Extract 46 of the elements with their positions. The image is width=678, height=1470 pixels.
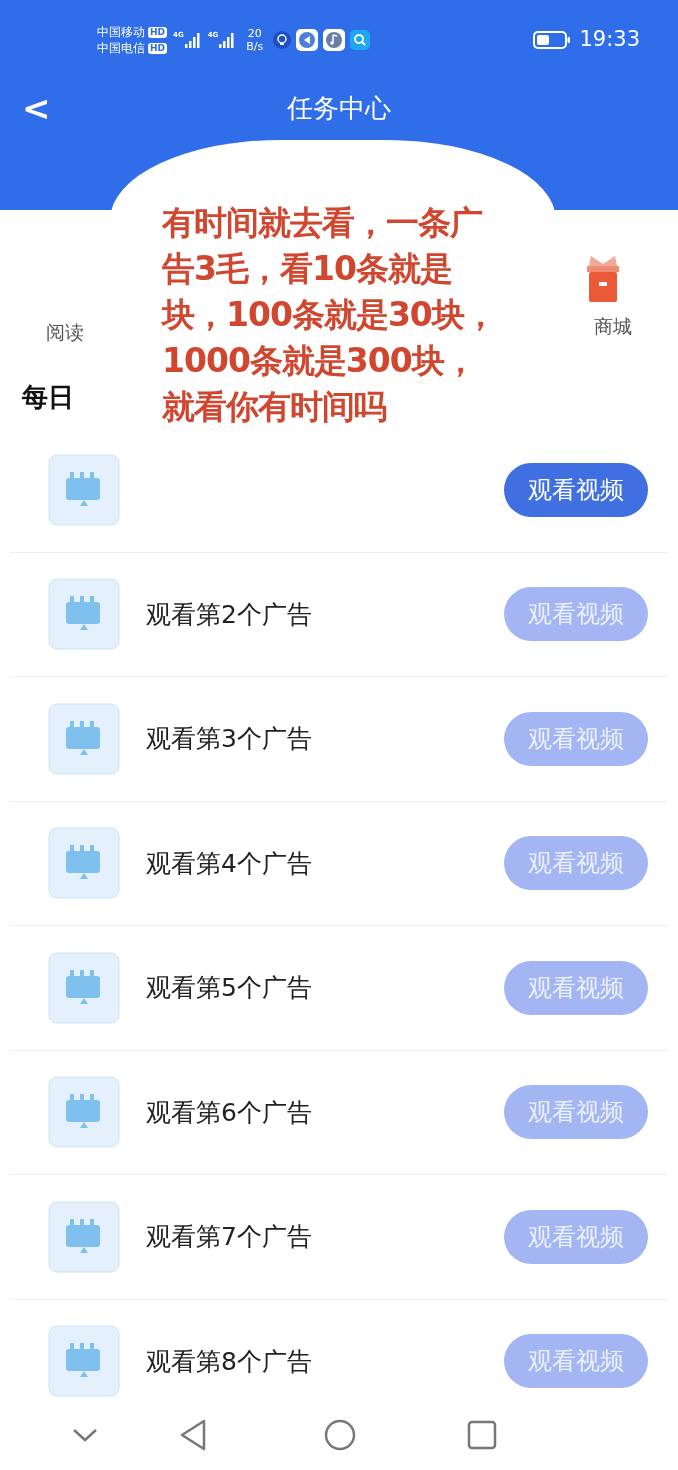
watch-video-button: 观看视频 — [504, 960, 648, 1015]
speed-unit: B/s — [246, 40, 264, 53]
app-icon — [296, 29, 319, 51]
task-icon — [48, 1076, 120, 1149]
task-title: 观看第8个广告 — [146, 1346, 312, 1376]
battery-icon — [533, 30, 572, 50]
watch-video-button: 观看视频 — [504, 1085, 648, 1140]
watch-video-button: 观看视频 — [504, 836, 648, 891]
task-title: 观看第6个广告 — [146, 1097, 312, 1127]
task-icon — [48, 1325, 120, 1398]
task-title: 观看第7个广告 — [146, 1222, 312, 1251]
task-icon — [48, 827, 120, 900]
watch-video-button: 观看视频 — [504, 711, 648, 766]
task-title: 观看第4个广告 — [146, 848, 312, 878]
back-button[interactable]: < — [22, 88, 51, 128]
home-icon[interactable] — [323, 1418, 357, 1452]
watch-video-button: 观看视频 — [504, 587, 648, 642]
recents-icon[interactable] — [467, 1420, 497, 1450]
task-title: 观看第2个广告 — [146, 599, 312, 629]
bulb-icon — [273, 31, 292, 49]
signal-icon — [218, 31, 237, 49]
task-icon — [48, 453, 120, 526]
music-icon — [323, 29, 346, 51]
shortcut-label[interactable]: 阅读 — [46, 318, 84, 347]
task-icon — [48, 702, 120, 775]
task-icon — [48, 951, 120, 1024]
hd-badge: HD — [148, 26, 167, 38]
hd-badge: HD — [148, 42, 167, 54]
task-title: 观看第3个广告 — [146, 724, 312, 753]
search-icon — [350, 30, 371, 50]
carrier-name: 中国移动 — [97, 25, 145, 39]
task-icon — [48, 1200, 120, 1273]
shortcut-label[interactable]: 商城 — [574, 312, 632, 341]
carrier-name: 中国电信 — [97, 41, 145, 55]
network-speed: 20 — [247, 27, 262, 40]
note-text: 有时间就去看，一条广告3毛，看10条就是块，100条就是30块，1000条就是300块，就看你有时间吗 — [162, 202, 497, 428]
watch-video-button: 观看视频 — [504, 1209, 648, 1264]
task-title: 观看第5个广告 — [146, 973, 312, 1002]
section-title: 每日 — [22, 381, 74, 414]
page-title: 任务中心 — [287, 91, 391, 125]
back-icon[interactable] — [178, 1418, 208, 1452]
watch-video-button: 观看视频 — [504, 1334, 648, 1389]
signal-icon — [183, 31, 202, 49]
watch-video-button[interactable]: 观看视频 — [504, 462, 648, 517]
clock-time: 19:33 — [579, 26, 640, 54]
task-icon — [48, 578, 120, 651]
